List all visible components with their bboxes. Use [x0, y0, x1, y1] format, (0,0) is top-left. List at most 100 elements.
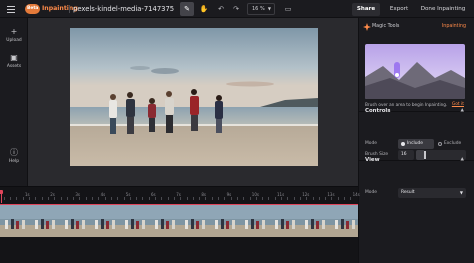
export-button[interactable]: Export — [385, 3, 413, 16]
video-frame-thumbnail — [120, 205, 150, 237]
ruler-tick — [16, 197, 18, 200]
got-it-link[interactable]: Got it — [452, 102, 464, 107]
brush-tool-button[interactable]: ✎ — [180, 2, 194, 16]
ruler-tick — [136, 197, 138, 200]
controls-title: Controls — [365, 108, 391, 114]
video-frame-thumbnail — [180, 205, 210, 237]
ruler-tick — [104, 197, 106, 200]
video-frame-thumbnail — [330, 205, 358, 237]
hand-icon: ✋ — [199, 5, 209, 13]
ruler-tick — [110, 197, 112, 200]
brush-size-thumb[interactable] — [424, 151, 426, 159]
ruler-tick — [268, 197, 270, 200]
zoom-select[interactable]: 16 % ▼ — [247, 3, 275, 15]
ruler-tick — [262, 197, 264, 200]
canvas-image[interactable] — [70, 28, 318, 166]
ruler-tick — [155, 197, 156, 200]
video-frame-thumbnail — [30, 205, 60, 237]
ruler-tick — [85, 197, 87, 200]
timeline[interactable]: 1s 2s 3s 4s 5s 6s 7s 8s 9s 10s 11s 12s 13s 14s — [0, 186, 360, 263]
ruler-tick — [10, 197, 12, 200]
video-track[interactable] — [0, 204, 358, 237]
folder-icon: ▣ — [10, 53, 18, 62]
exclude-label: Exclude — [444, 141, 462, 146]
view-mode-value: Result — [401, 190, 415, 195]
control-mode-label: Mode — [365, 141, 377, 146]
ruler-tick — [92, 197, 93, 200]
assets-label: Assets — [6, 64, 22, 69]
ruler-tick — [180, 197, 182, 200]
ruler-tick — [331, 197, 333, 200]
ruler-tick — [192, 197, 194, 200]
menu-icon[interactable] — [6, 4, 16, 14]
chevron-up-icon[interactable]: ▲ — [461, 108, 464, 113]
radio-dot-icon — [438, 142, 442, 146]
video-frame-thumbnail — [60, 205, 90, 237]
inpainting-hint-illustration — [365, 44, 465, 99]
video-frame-thumbnail — [300, 205, 330, 237]
ruler-tick — [236, 197, 238, 200]
top-bar: Beta Inpainting pexels-kindel-media-7147… — [0, 0, 474, 18]
include-label: Include — [407, 141, 423, 146]
ruler-tick — [293, 197, 295, 200]
zoom-value: 16 % — [252, 6, 265, 12]
panel-header: Magic Tools Inpainting — [359, 18, 474, 36]
playhead-handle[interactable] — [0, 190, 3, 194]
ruler-tick — [54, 197, 56, 200]
undo-button[interactable]: ↶ — [214, 2, 228, 16]
timeline-ruler[interactable]: 1s 2s 3s 4s 5s 6s 7s 8s 9s 10s 11s 12s 13s 14s — [0, 187, 360, 201]
share-button[interactable]: Share — [352, 3, 380, 16]
ruler-tick — [255, 197, 257, 200]
upload-button[interactable]: + Upload — [0, 28, 28, 44]
title-divider — [69, 5, 70, 13]
hand-tool-button[interactable]: ✋ — [197, 2, 211, 16]
file-name[interactable]: pexels-kindel-media-7147375 — [73, 4, 174, 14]
panel-mode: Inpainting — [441, 24, 466, 29]
ruler-tick — [123, 197, 125, 200]
ruler-tick — [79, 197, 81, 200]
ruler-tick — [249, 197, 251, 200]
radio-dot-icon — [401, 142, 405, 146]
ruler-tick — [325, 197, 327, 200]
ruler-tick — [218, 197, 219, 200]
view-mode-select[interactable]: Result ▼ — [398, 188, 466, 198]
sparkle-icon — [363, 23, 371, 31]
ruler-tick — [299, 197, 301, 200]
ruler-tick — [318, 197, 320, 200]
done-inpainting-button[interactable]: Done Inpainting — [418, 3, 468, 16]
ruler-tick — [66, 197, 68, 200]
ruler-tick — [306, 197, 308, 200]
ruler-tick — [337, 197, 339, 200]
ruler-tick — [98, 197, 100, 200]
video-frame-thumbnail — [270, 205, 300, 237]
redo-button[interactable]: ↷ — [229, 2, 243, 16]
ruler-tick — [73, 197, 75, 200]
assets-button[interactable]: ▣ Assets — [0, 53, 28, 70]
ruler-tick — [35, 197, 37, 200]
ruler-tick — [186, 197, 188, 200]
video-frame-thumbnail — [90, 205, 120, 237]
ruler-tick — [167, 197, 169, 200]
ruler-tick — [211, 197, 213, 200]
exclude-radio[interactable]: Exclude — [435, 139, 467, 149]
help-button[interactable]: ⓘ Help — [0, 148, 28, 165]
ruler-tick — [274, 197, 276, 200]
inpainting-hint-text: Brush over an area to begin Inpainting. — [365, 102, 448, 107]
ruler-tick — [224, 197, 226, 200]
beta-badge: Beta — [25, 4, 41, 14]
brush-size-slider[interactable] — [416, 150, 466, 160]
help-icon: ⓘ — [10, 148, 18, 157]
undo-icon: ↶ — [218, 5, 224, 13]
ruler-tick — [312, 197, 314, 200]
ruler-tick — [230, 197, 232, 200]
ruler-tick — [199, 197, 201, 200]
ruler-tick — [129, 197, 131, 200]
include-radio[interactable]: Include — [398, 139, 434, 149]
ruler-tick — [22, 197, 24, 200]
chevron-up-icon[interactable]: ▲ — [461, 157, 464, 162]
upload-label: Upload — [6, 38, 22, 43]
ruler-tick — [205, 197, 207, 200]
brush-size-input[interactable]: 16 — [398, 150, 414, 160]
compare-button[interactable]: ▭ — [281, 2, 295, 16]
chevron-down-icon: ▼ — [267, 6, 271, 11]
